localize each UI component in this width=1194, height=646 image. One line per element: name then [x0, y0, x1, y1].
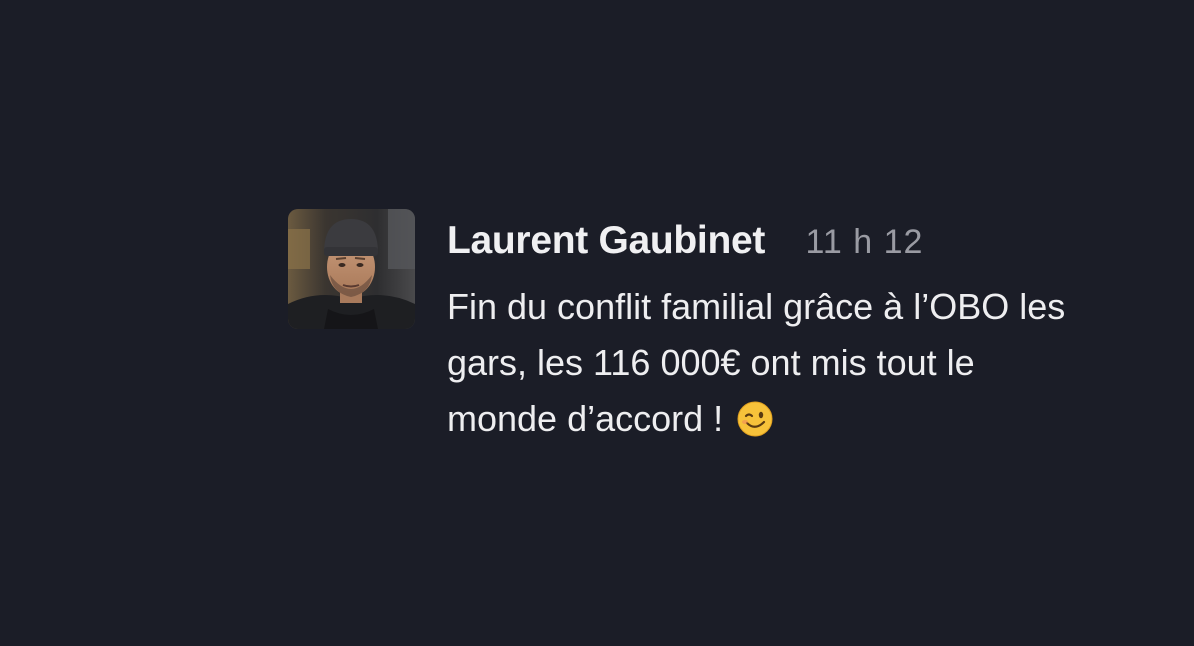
chat-message: Laurent Gaubinet 11 h 12 Fin du conflit … [288, 209, 1168, 449]
avatar[interactable] [288, 209, 415, 329]
message-line-text: monde d’accord ! [447, 398, 724, 439]
message-line: gars, les 116 000€ ont mis tout le [447, 342, 975, 383]
avatar-photo [288, 209, 415, 329]
winking-face-emoji-icon [737, 401, 773, 437]
message-line-last: monde d’accord ! [447, 391, 1147, 447]
message-timestamp[interactable]: 11 h 12 [806, 223, 924, 262]
message-line: Fin du conflit familial grâce à l’OBO le… [447, 286, 1066, 327]
message-body: Fin du conflit familial grâce à l’OBO le… [447, 279, 1147, 447]
author-name[interactable]: Laurent Gaubinet [447, 219, 765, 263]
message-header: Laurent Gaubinet 11 h 12 [447, 219, 923, 263]
